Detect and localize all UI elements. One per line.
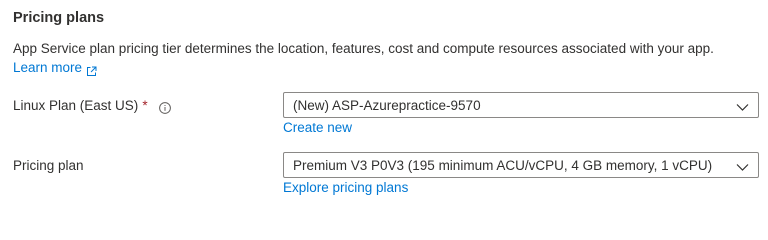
external-link-icon [86,63,97,76]
required-marker: * [142,98,148,113]
pricing-plan-label-text: Pricing plan [13,158,84,173]
learn-more-label: Learn more [13,60,83,75]
section-title: Pricing plans [13,10,105,26]
section-description: App Service plan pricing tier determines… [13,39,758,77]
linux-plan-label-text: Linux Plan (East US) [13,98,139,113]
learn-more-link[interactable]: Learn more [13,58,97,77]
info-icon[interactable] [158,100,171,114]
chevron-down-icon [736,100,749,111]
chevron-down-icon [736,160,749,171]
pricing-plan-label: Pricing plan [13,156,84,175]
pricing-plan-dropdown[interactable]: Premium V3 P0V3 (195 minimum ACU/vCPU, 4… [283,152,759,178]
pricing-plan-selected-value: Premium V3 P0V3 (195 minimum ACU/vCPU, 4… [293,157,713,173]
create-new-link[interactable]: Create new [283,118,352,137]
description-text: App Service plan pricing tier determines… [13,41,714,56]
linux-plan-label: Linux Plan (East US) * [13,96,171,115]
linux-plan-dropdown[interactable]: (New) ASP-Azurepractice-9570 [283,92,759,118]
explore-pricing-plans-link[interactable]: Explore pricing plans [283,178,408,197]
linux-plan-selected-value: (New) ASP-Azurepractice-9570 [293,97,481,113]
